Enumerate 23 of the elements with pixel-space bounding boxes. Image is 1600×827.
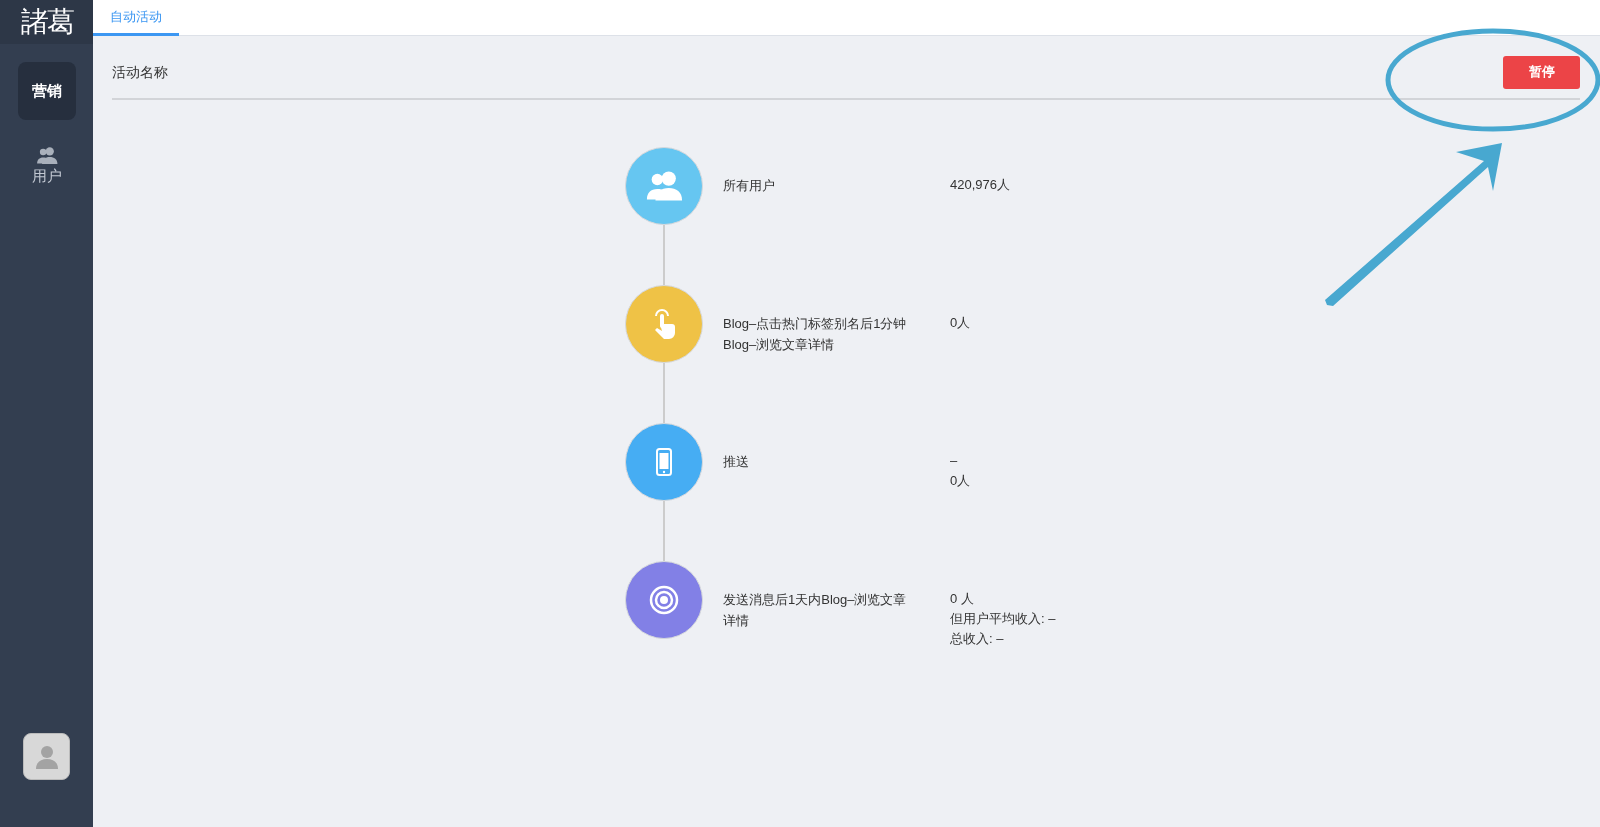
sidebar-item[interactable]: 营销	[17, 62, 76, 120]
logo: 諸葛	[0, 0, 93, 44]
avatar-button[interactable]	[23, 733, 70, 780]
step-value: 0 人	[950, 590, 975, 608]
step-label: Blog–点击热门标签别名后1分钟Blog–浏览文章详情	[723, 315, 908, 354]
step-value: –	[950, 452, 959, 470]
page-title: 活动名称	[112, 62, 168, 82]
target-icon	[649, 585, 679, 615]
person-icon	[35, 744, 58, 769]
step-value: 但用户平均收入: –	[950, 610, 1056, 628]
users-icon	[645, 170, 683, 202]
step-value: 420,976人	[950, 176, 1010, 194]
step-label: 所有用户	[723, 177, 776, 195]
step-label: 推送	[723, 453, 750, 471]
phone-icon	[656, 448, 672, 476]
step-value: 0人	[950, 314, 971, 332]
step-value: 总收入: –	[950, 630, 1005, 648]
users-icon	[35, 146, 58, 165]
pause-button[interactable]: 暂停	[1503, 55, 1580, 89]
pointing-hand-icon	[652, 308, 676, 340]
sidebar-item[interactable]: 用户	[17, 138, 76, 196]
step-label: 发送消息后1天内Blog–浏览文章详情	[723, 591, 908, 630]
step-value: 0人	[950, 472, 971, 490]
